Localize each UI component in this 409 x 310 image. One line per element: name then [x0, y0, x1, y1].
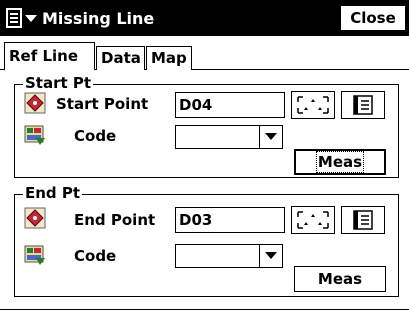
missing-line-window: Missing Line Close Ref Line Data Map Sta… — [0, 0, 409, 310]
title-bar: Missing Line Close — [0, 0, 409, 36]
window-title: Missing Line — [42, 9, 155, 28]
map-pick-button[interactable] — [291, 206, 335, 234]
code-icon — [24, 244, 46, 266]
point-icon — [24, 207, 46, 229]
start-pt-group-title: Start Pt — [23, 74, 94, 92]
chevron-down-icon[interactable] — [259, 245, 282, 267]
map-pick-button[interactable] — [291, 91, 335, 119]
start-code-label: Code — [74, 127, 117, 145]
map-pick-icon — [297, 96, 329, 114]
tab-map[interactable]: Map — [146, 46, 192, 70]
list-button[interactable] — [341, 91, 385, 119]
list-button[interactable] — [341, 206, 385, 234]
start-meas-button[interactable]: Meas — [294, 149, 386, 175]
end-code-label: Code — [74, 247, 117, 265]
tab-data[interactable]: Data — [96, 46, 145, 70]
menu-dropdown-icon[interactable] — [3, 4, 41, 32]
code-icon — [24, 124, 46, 146]
list-icon — [353, 95, 373, 115]
close-button[interactable]: Close — [340, 5, 406, 31]
map-pick-icon — [297, 211, 329, 229]
start-code-select[interactable] — [175, 125, 283, 149]
chevron-down-icon[interactable] — [259, 126, 282, 148]
end-pt-group-title: End Pt — [23, 184, 83, 202]
list-icon — [353, 210, 373, 230]
end-point-label: End Point — [74, 211, 156, 229]
start-point-input[interactable]: D04 — [175, 92, 285, 118]
end-meas-button[interactable]: Meas — [294, 266, 386, 292]
tab-ref-line[interactable]: Ref Line — [4, 42, 95, 71]
point-icon — [24, 92, 46, 114]
end-point-input[interactable]: D03 — [175, 207, 285, 233]
end-meas-label: Meas — [317, 270, 363, 288]
end-code-select[interactable] — [175, 244, 283, 268]
start-meas-label: Meas — [315, 151, 365, 173]
start-point-label: Start Point — [56, 95, 149, 113]
